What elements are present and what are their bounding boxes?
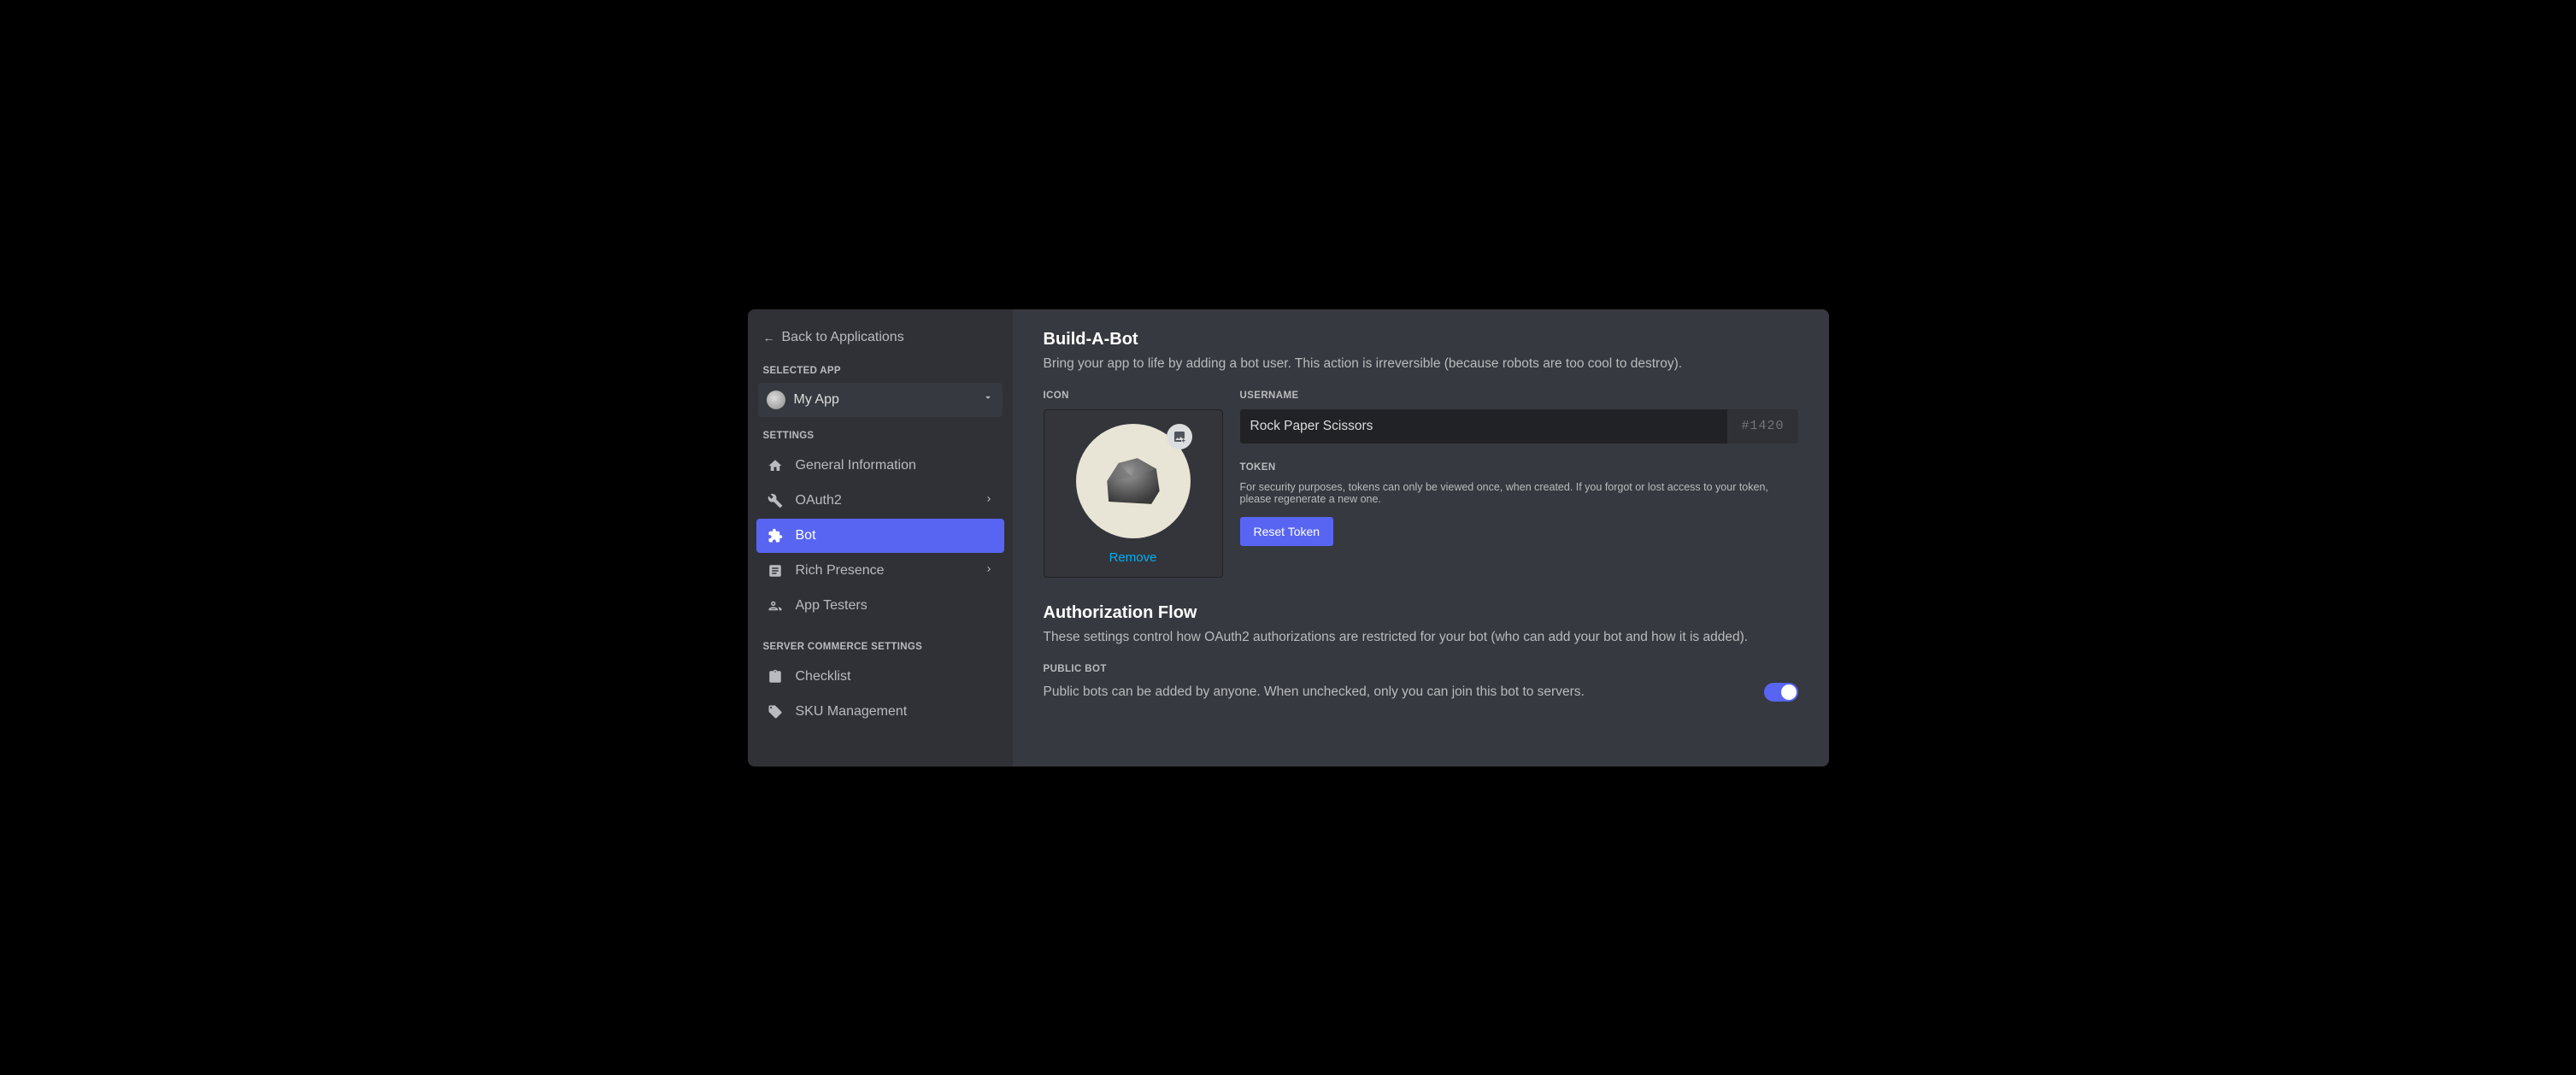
sidebar-item-app-testers[interactable]: App Testers bbox=[756, 589, 1004, 623]
sidebar-item-label: Bot bbox=[796, 528, 994, 543]
discriminator-tag: #1420 bbox=[1727, 409, 1797, 444]
page-title: Build-A-Bot bbox=[1044, 330, 1798, 350]
sidebar-item-label: App Testers bbox=[796, 598, 994, 614]
token-note: For security purposes, tokens can only b… bbox=[1240, 481, 1798, 505]
selected-app-header: SELECTED APP bbox=[756, 357, 1004, 383]
back-to-applications-link[interactable]: ← Back to Applications bbox=[756, 325, 1004, 357]
app-window: ← Back to Applications SELECTED APP My A… bbox=[748, 309, 1829, 767]
main-content: Build-A-Bot Bring your app to life by ad… bbox=[1013, 309, 1829, 767]
sidebar: ← Back to Applications SELECTED APP My A… bbox=[748, 309, 1013, 767]
username-field-label: USERNAME bbox=[1240, 391, 1798, 401]
sidebar-item-checklist[interactable]: Checklist bbox=[756, 660, 1004, 694]
sidebar-item-label: OAuth2 bbox=[796, 493, 972, 508]
chevron-down-icon bbox=[982, 391, 994, 408]
auth-flow-title: Authorization Flow bbox=[1044, 603, 1798, 623]
app-selector[interactable]: My App bbox=[758, 383, 1003, 417]
arrow-left-icon: ← bbox=[763, 331, 775, 344]
tags-icon bbox=[767, 704, 784, 720]
sidebar-item-general[interactable]: General Information bbox=[756, 449, 1004, 483]
clipboard-icon bbox=[767, 669, 784, 684]
bot-avatar-wrap[interactable] bbox=[1076, 424, 1191, 538]
sidebar-item-label: SKU Management bbox=[796, 704, 994, 720]
bot-icon-card: Remove bbox=[1044, 409, 1223, 578]
chevron-right-icon bbox=[984, 564, 994, 577]
page-subtitle: Bring your app to life by adding a bot u… bbox=[1044, 356, 1798, 372]
wrench-icon bbox=[767, 493, 784, 508]
toggle-knob bbox=[1781, 684, 1797, 700]
settings-header: SETTINGS bbox=[756, 422, 1004, 448]
auth-flow-subtitle: These settings control how OAuth2 author… bbox=[1044, 630, 1798, 645]
sidebar-item-oauth2[interactable]: OAuth2 bbox=[756, 484, 1004, 518]
sidebar-item-label: Checklist bbox=[796, 669, 994, 684]
reset-token-button[interactable]: Reset Token bbox=[1240, 517, 1334, 546]
back-label: Back to Applications bbox=[782, 330, 904, 345]
public-bot-toggle[interactable] bbox=[1764, 683, 1798, 702]
username-input[interactable] bbox=[1240, 409, 1728, 444]
puzzle-icon bbox=[767, 528, 784, 543]
public-bot-label: PUBLIC BOT bbox=[1044, 664, 1798, 674]
commerce-header: SERVER COMMERCE SETTINGS bbox=[756, 633, 1004, 659]
sidebar-item-label: Rich Presence bbox=[796, 563, 972, 579]
app-name: My App bbox=[794, 392, 982, 408]
person-icon bbox=[767, 598, 784, 614]
upload-image-icon[interactable] bbox=[1167, 424, 1192, 449]
sidebar-item-label: General Information bbox=[796, 458, 994, 473]
app-avatar-icon bbox=[767, 391, 785, 409]
sidebar-item-rich-presence[interactable]: Rich Presence bbox=[756, 554, 1004, 588]
public-bot-description: Public bots can be added by anyone. When… bbox=[1044, 684, 1747, 700]
chevron-right-icon bbox=[984, 494, 994, 507]
document-icon bbox=[767, 563, 784, 579]
home-icon bbox=[767, 458, 784, 473]
remove-icon-link[interactable]: Remove bbox=[1109, 550, 1157, 565]
sidebar-item-sku[interactable]: SKU Management bbox=[756, 695, 1004, 729]
icon-field-label: ICON bbox=[1044, 391, 1223, 401]
rock-image-icon bbox=[1092, 440, 1174, 522]
sidebar-item-bot[interactable]: Bot bbox=[756, 519, 1004, 553]
token-field-label: TOKEN bbox=[1240, 462, 1798, 473]
